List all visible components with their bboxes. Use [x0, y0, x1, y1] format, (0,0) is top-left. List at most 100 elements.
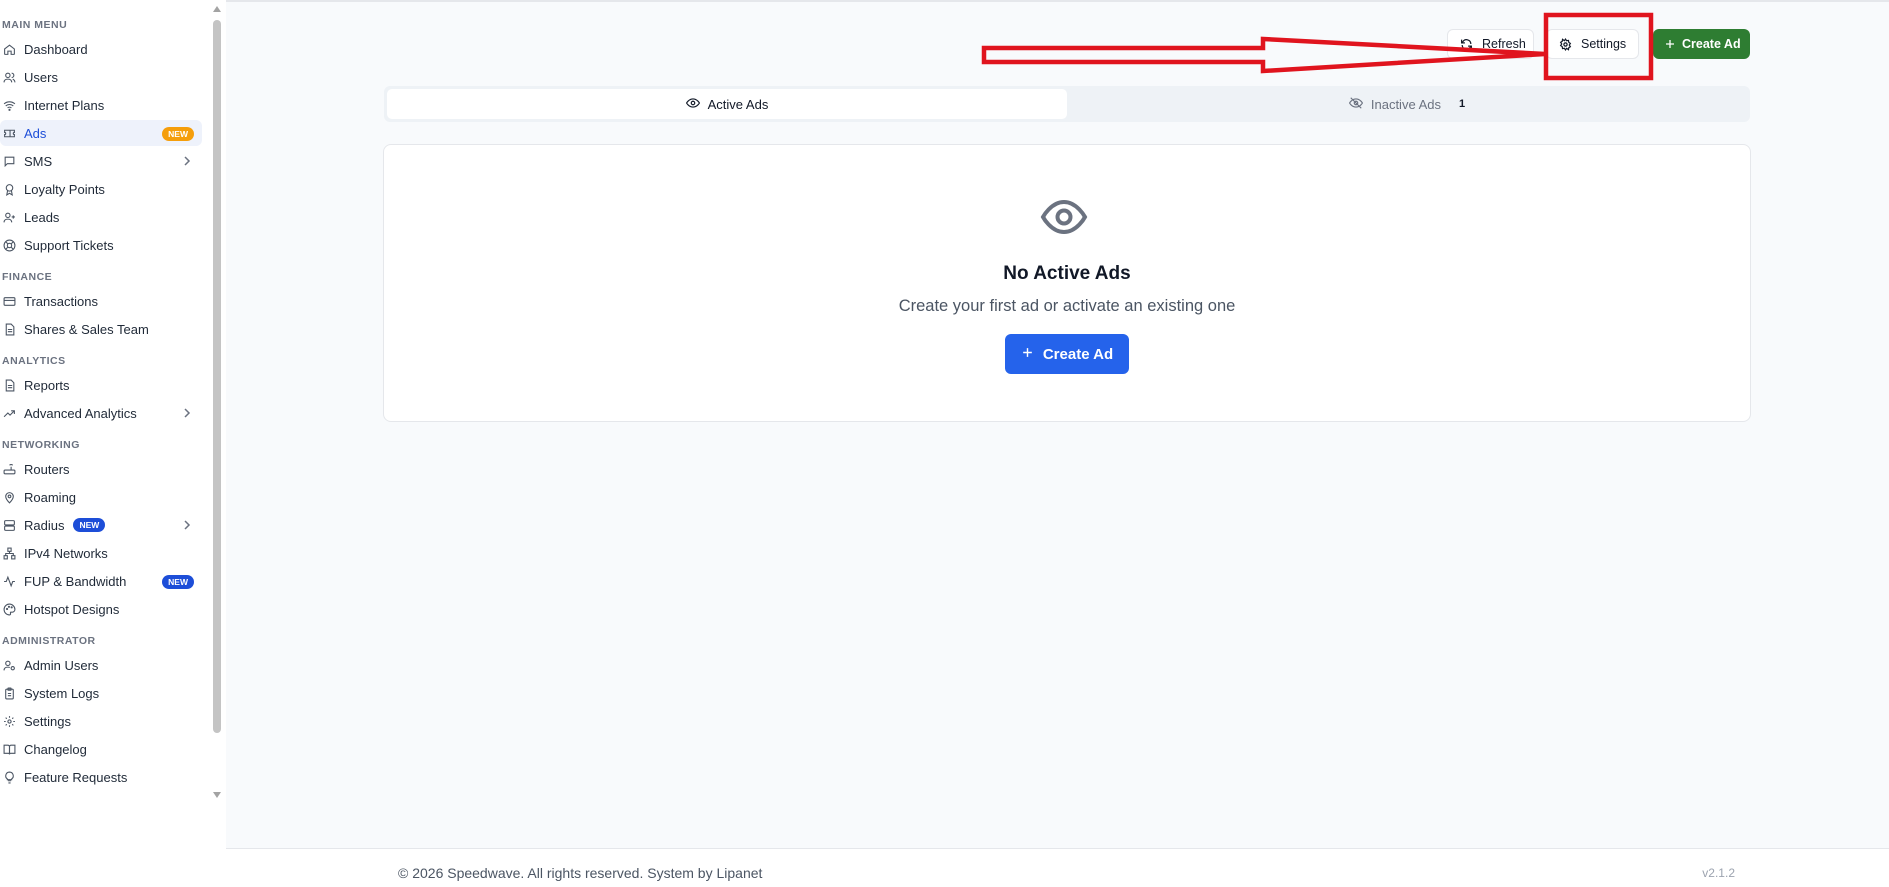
sidebar-item-reports[interactable]: Reports [0, 372, 202, 398]
scroll-down-icon[interactable] [213, 792, 221, 798]
user-cog-icon [3, 659, 16, 672]
sidebar-item-leads[interactable]: Leads [0, 204, 202, 230]
empty-state-card: No Active Ads Create your first ad or ac… [383, 144, 1751, 422]
sidebar-item-support-tickets[interactable]: Support Tickets [0, 232, 202, 258]
sidebar-item-label: Internet Plans [24, 97, 105, 113]
gear-icon [1559, 37, 1572, 51]
plus-icon [1021, 346, 1034, 363]
sidebar: MAIN MENU Dashboard Users Internet Plans… [0, 0, 225, 887]
server-icon [3, 519, 16, 532]
new-badge: NEW [73, 518, 106, 532]
main-content: Refresh Settings Create Ad Active Ads In… [226, 0, 1889, 848]
chevron-right-icon [182, 407, 192, 419]
book-open-icon [3, 743, 16, 756]
ticket-icon [3, 127, 16, 140]
scroll-up-icon[interactable] [213, 6, 221, 12]
new-badge: NEW [162, 127, 194, 141]
sidebar-item-hotspot-designs[interactable]: Hotspot Designs [0, 596, 202, 622]
inactive-count-badge: 1 [1458, 98, 1466, 110]
sidebar-item-changelog[interactable]: Changelog [0, 736, 202, 762]
scrollbar-thumb[interactable] [213, 20, 221, 733]
copyright-text: © 2026 Speedwave. All rights reserved. S… [398, 865, 763, 881]
sidebar-item-sms[interactable]: SMS [0, 148, 202, 174]
cta-label: Create Ad [1042, 345, 1114, 363]
sidebar-item-label: Support Tickets [24, 237, 114, 253]
sidebar-item-radius[interactable]: Radius NEW [0, 512, 202, 538]
section-analytics: ANALYTICS [2, 355, 66, 367]
user-plus-icon [3, 211, 16, 224]
sidebar-item-label: Reports [24, 377, 70, 393]
award-icon [3, 183, 16, 196]
sidebar-item-label: IPv4 Networks [24, 545, 108, 561]
users-icon [3, 71, 16, 84]
sidebar-item-feature-requests[interactable]: Feature Requests [0, 764, 202, 790]
network-icon [3, 547, 16, 560]
sidebar-item-label: Hotspot Designs [24, 601, 120, 617]
chevron-right-icon [182, 155, 192, 167]
eye-icon [685, 96, 700, 113]
sidebar-item-ads[interactable]: Ads NEW [0, 120, 202, 146]
eye-icon [1040, 197, 1088, 237]
sidebar-item-label: Ads [24, 125, 47, 141]
activity-icon [3, 575, 16, 588]
eye-off-icon [1348, 96, 1363, 113]
map-pin-icon [3, 491, 16, 504]
refresh-button[interactable]: Refresh [1447, 29, 1534, 59]
sidebar-item-label: Transactions [24, 293, 98, 309]
wifi-icon [3, 99, 16, 112]
sidebar-item-label: System Logs [24, 685, 100, 701]
sidebar-item-label: Shares & Sales Team [24, 321, 149, 337]
router-icon [3, 463, 16, 476]
gear-icon [3, 715, 16, 728]
sidebar-item-transactions[interactable]: Transactions [0, 288, 202, 314]
tab-active-ads[interactable]: Active Ads [387, 89, 1067, 119]
sidebar-item-label: Admin Users [24, 657, 99, 673]
empty-state-subtitle: Create your first ad or activate an exis… [898, 297, 1236, 315]
empty-state-create-ad-button[interactable]: Create Ad [1005, 334, 1129, 374]
settings-button[interactable]: Settings [1546, 29, 1639, 59]
tab-inactive-ads[interactable]: Inactive Ads 1 [1067, 89, 1747, 119]
sidebar-item-loyalty-points[interactable]: Loyalty Points [0, 176, 202, 202]
sidebar-item-label: FUP & Bandwidth [24, 573, 127, 589]
clipboard-icon [3, 687, 16, 700]
sidebar-item-shares-sales-team[interactable]: Shares & Sales Team [0, 316, 202, 342]
sidebar-menu: MAIN MENU Dashboard Users Internet Plans… [0, 0, 210, 887]
create-ad-button[interactable]: Create Ad [1653, 29, 1750, 59]
sidebar-item-roaming[interactable]: Roaming [0, 484, 202, 510]
sidebar-item-label: Changelog [24, 741, 87, 757]
sidebar-item-settings[interactable]: Settings [0, 708, 202, 734]
home-icon [3, 43, 16, 56]
sidebar-item-ipv4-networks[interactable]: IPv4 Networks [0, 540, 202, 566]
tab-label: Active Ads [707, 96, 769, 112]
new-badge: NEW [162, 575, 194, 589]
sidebar-item-admin-users[interactable]: Admin Users [0, 652, 202, 678]
sidebar-item-internet-plans[interactable]: Internet Plans [0, 92, 202, 118]
sidebar-item-dashboard[interactable]: Dashboard [0, 36, 202, 62]
sidebar-scrollbar[interactable] [210, 0, 225, 887]
version-text: v2.1.2 [1702, 866, 1735, 880]
trending-up-icon [3, 407, 16, 420]
page-footer: © 2026 Speedwave. All rights reserved. S… [226, 848, 1889, 887]
file-icon [3, 379, 16, 392]
ads-tabs: Active Ads Inactive Ads 1 [384, 86, 1750, 122]
sidebar-item-advanced-analytics[interactable]: Advanced Analytics [0, 400, 202, 426]
sidebar-item-label: Leads [24, 209, 60, 225]
sidebar-item-system-logs[interactable]: System Logs [0, 680, 202, 706]
chevron-right-icon [182, 519, 192, 531]
sidebar-item-fup-bandwidth[interactable]: FUP & Bandwidth NEW [0, 568, 202, 594]
sidebar-item-routers[interactable]: Routers [0, 456, 202, 482]
sidebar-item-label: Routers [24, 461, 70, 477]
sidebar-item-label: Dashboard [24, 41, 88, 57]
sidebar-item-label: Users [24, 69, 58, 85]
sidebar-item-label: Feature Requests [24, 769, 128, 785]
refresh-icon [1460, 38, 1473, 51]
app-root: MAIN MENU Dashboard Users Internet Plans… [0, 0, 1889, 887]
section-main-menu: MAIN MENU [2, 19, 68, 31]
sidebar-item-label: Settings [24, 713, 71, 729]
message-icon [3, 155, 16, 168]
sidebar-item-users[interactable]: Users [0, 64, 202, 90]
palette-icon [3, 603, 16, 616]
settings-label: Settings [1581, 37, 1627, 51]
section-finance: FINANCE [2, 271, 53, 283]
section-networking: NETWORKING [2, 439, 80, 451]
